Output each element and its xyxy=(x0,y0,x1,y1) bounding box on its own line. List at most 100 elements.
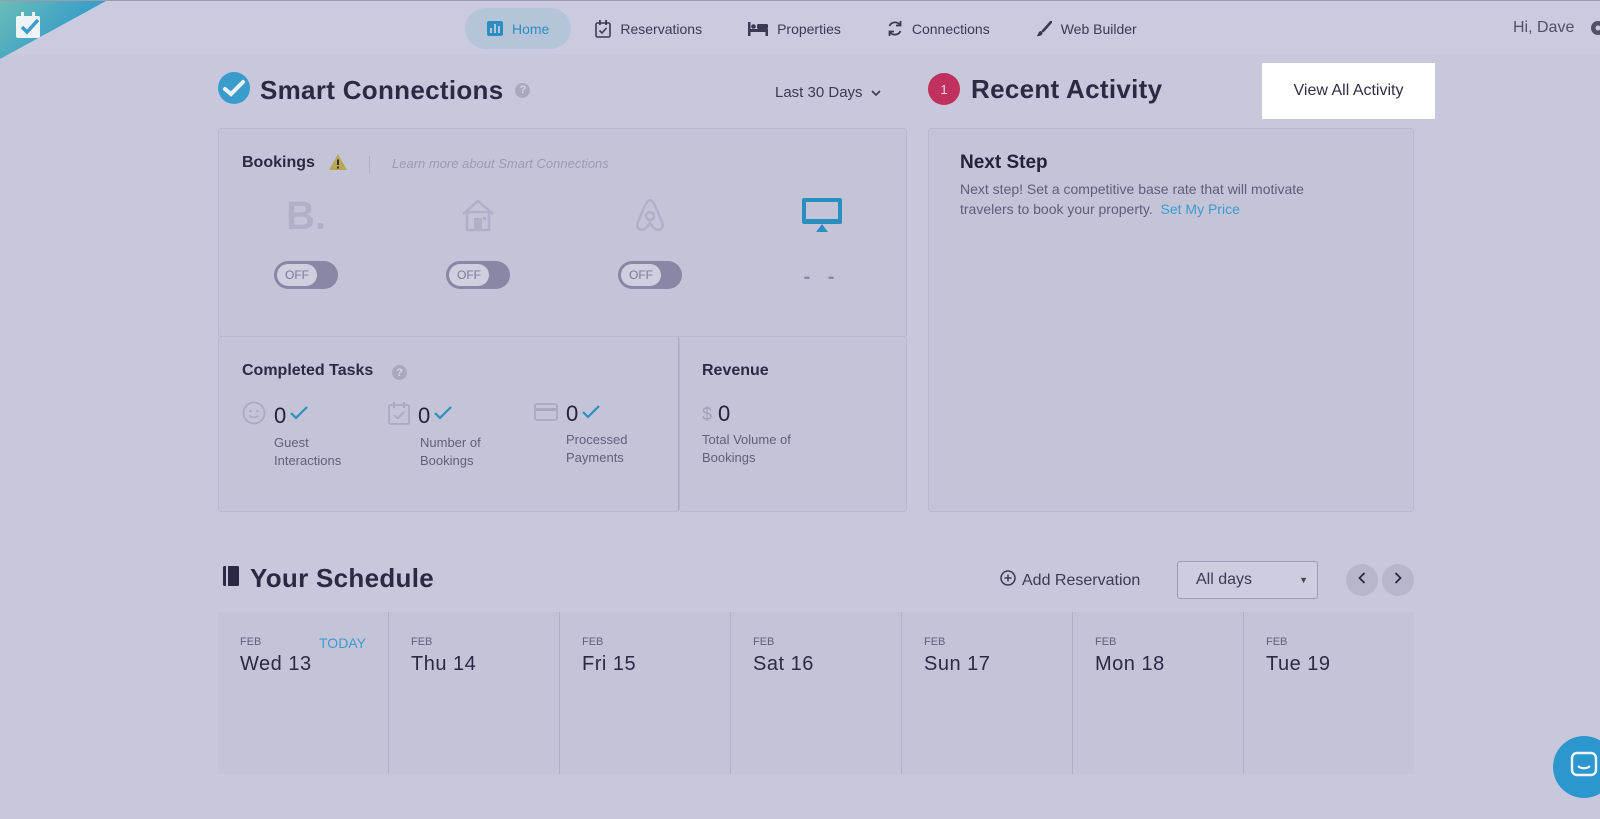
add-reservation-button[interactable]: Add Reservation xyxy=(1000,570,1140,591)
nav-web-builder-label: Web Builder xyxy=(1060,20,1137,37)
calendar-check-icon xyxy=(595,19,612,38)
day-column[interactable]: FEB Tue 19 xyxy=(1244,612,1414,774)
day-column[interactable]: FEB Thu 14 xyxy=(389,612,560,774)
channel-booking-com: B. OFF xyxy=(266,193,346,289)
stat-processed-payments: 0 Processed Payments xyxy=(534,401,654,467)
nav-web-builder[interactable]: Web Builder xyxy=(1014,8,1159,49)
bookings-card: Bookings Learn more about Smart Connecti… xyxy=(218,128,907,337)
app-logo[interactable] xyxy=(0,1,106,59)
toggle-off-label: OFF xyxy=(621,264,661,286)
date-range-label: Last 30 Days xyxy=(775,84,863,101)
day-month: FEB xyxy=(1266,636,1288,648)
monitor-icon xyxy=(782,193,862,237)
day-column[interactable]: FEB Mon 18 xyxy=(1073,612,1244,774)
days-filter-select[interactable]: All days ▼ xyxy=(1177,561,1318,599)
help-icon[interactable]: ? xyxy=(515,82,531,98)
toggle-off-label: OFF xyxy=(449,264,489,286)
next-step-title: Next Step xyxy=(960,152,1048,173)
check-icon xyxy=(289,405,309,426)
booking-b-icon: B. xyxy=(266,193,346,237)
bookings-label: Bookings xyxy=(242,154,315,171)
stat-number-of-bookings: 0 Number of Bookings xyxy=(388,401,508,470)
stat-caption: Total Volume of Bookings xyxy=(702,432,791,465)
book-icon xyxy=(222,565,240,592)
day-column[interactable]: FEB Sat 16 xyxy=(731,612,902,774)
nav-properties[interactable]: Properties xyxy=(726,8,863,49)
website-status: - - xyxy=(803,266,841,288)
house-icon xyxy=(438,193,518,237)
stat-value: 0 xyxy=(566,401,579,426)
bed-icon xyxy=(748,21,769,36)
stat-caption: Processed Payments xyxy=(566,432,628,465)
help-icon[interactable]: ? xyxy=(392,365,407,380)
check-icon xyxy=(433,405,453,426)
day-month: FEB xyxy=(411,636,433,648)
user-greeting[interactable]: Hi, Dave xyxy=(1513,19,1574,37)
warning-icon[interactable] xyxy=(328,153,348,176)
previous-week-button[interactable] xyxy=(1346,564,1378,596)
dollar-icon: $ xyxy=(702,403,713,424)
stat-value: 0 xyxy=(274,402,287,428)
day-label: Sat 16 xyxy=(753,653,814,675)
day-month: FEB xyxy=(753,636,775,648)
next-week-button[interactable] xyxy=(1382,564,1414,596)
learn-more-link[interactable]: Learn more about Smart Connections xyxy=(369,156,609,174)
completed-tasks-title: Completed Tasks xyxy=(242,362,374,379)
calendar-check-icon xyxy=(388,401,410,430)
nav-home[interactable]: Home xyxy=(465,8,572,49)
chat-icon xyxy=(1569,750,1599,785)
day-label: Thu 14 xyxy=(411,653,477,675)
chevron-left-icon xyxy=(1358,571,1366,589)
credit-card-icon xyxy=(534,402,558,427)
day-column[interactable]: FEB TODAY Wed 13 xyxy=(218,612,389,774)
stat-value: 0 xyxy=(718,401,731,426)
day-month: FEB xyxy=(582,636,604,648)
gear-icon[interactable] xyxy=(1588,18,1600,43)
chevron-right-icon xyxy=(1394,571,1402,589)
stat-guest-interactions: 0 Guest Interactions xyxy=(242,401,362,470)
today-label: TODAY xyxy=(319,635,366,651)
day-month: FEB xyxy=(1095,636,1117,648)
activity-card: Next Step Next step! Set a competitive b… xyxy=(928,128,1414,512)
plus-circle-icon xyxy=(1000,570,1016,591)
add-reservation-label: Add Reservation xyxy=(1022,571,1141,589)
stat-caption: Number of Bookings xyxy=(420,435,481,468)
nav-connections-label: Connections xyxy=(911,20,990,37)
nav-reservations[interactable]: Reservations xyxy=(573,8,724,49)
nav-home-label: Home xyxy=(512,20,550,37)
stat-value: 0 xyxy=(418,402,431,428)
top-navigation-bar: Home Reservations Properties Connections… xyxy=(0,0,1600,59)
svg-text:B.: B. xyxy=(286,195,326,235)
nav-connections[interactable]: Connections xyxy=(865,8,1012,49)
homeaway-toggle[interactable]: OFF xyxy=(446,261,510,289)
revenue-title: Revenue xyxy=(702,362,769,379)
view-all-activity-button[interactable]: View All Activity xyxy=(1262,63,1435,119)
booking-com-toggle[interactable]: OFF xyxy=(274,261,338,289)
recent-activity-header: 1 Recent Activity xyxy=(928,73,1162,105)
toggle-off-label: OFF xyxy=(277,264,317,286)
day-column[interactable]: FEB Sun 17 xyxy=(902,612,1073,774)
completed-tasks-card: Completed Tasks ? 0 Guest Interactions 0… xyxy=(218,336,679,512)
days-filter-value: All days xyxy=(1196,571,1253,588)
recent-activity-title: Recent Activity xyxy=(971,73,1163,104)
revenue-card: Revenue $ 0 Total Volume of Bookings xyxy=(679,336,907,512)
main-nav: Home Reservations Properties Connections… xyxy=(465,8,1161,49)
day-column[interactable]: FEB Fri 15 xyxy=(560,612,731,774)
brush-icon xyxy=(1036,20,1052,37)
activity-count-badge: 1 xyxy=(928,73,960,105)
set-my-price-link[interactable]: Set My Price xyxy=(1161,201,1240,217)
schedule-header: Your Schedule xyxy=(222,563,434,594)
date-range-dropdown[interactable]: Last 30 Days xyxy=(775,84,881,101)
channel-website: - - xyxy=(782,193,862,289)
chat-launcher-button[interactable] xyxy=(1553,736,1600,798)
check-icon xyxy=(581,404,601,425)
calendar-check-logo-icon xyxy=(16,12,40,38)
stat-caption: Guest Interactions xyxy=(274,435,342,468)
schedule-title: Your Schedule xyxy=(250,563,435,593)
channel-airbnb: OFF xyxy=(610,193,690,289)
caret-down-icon: ▼ xyxy=(1299,575,1308,585)
airbnb-toggle[interactable]: OFF xyxy=(618,261,682,289)
nav-reservations-label: Reservations xyxy=(620,20,703,37)
smart-connections-logo-icon xyxy=(218,71,250,109)
stat-total-volume: $ 0 Total Volume of Bookings xyxy=(702,401,872,467)
